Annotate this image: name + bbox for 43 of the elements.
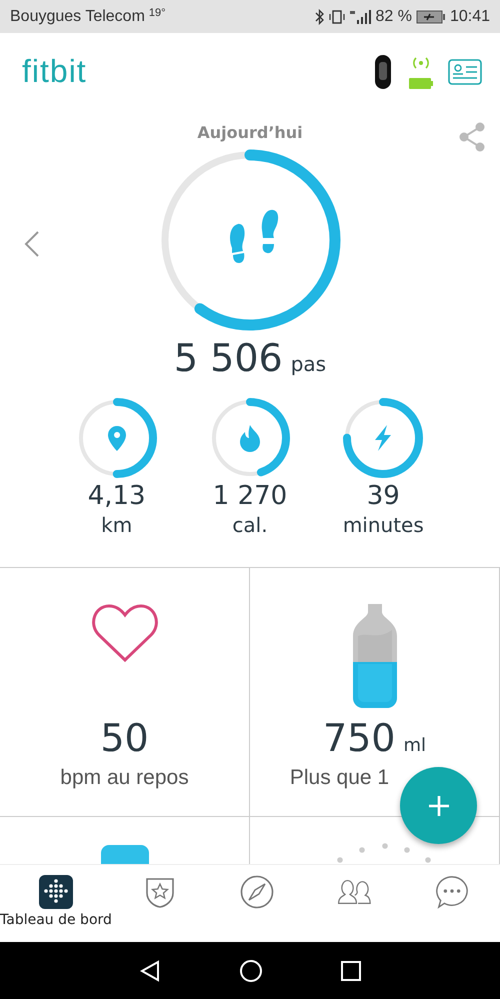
tracker-band-icon: [372, 54, 394, 90]
bluetooth-icon: [315, 8, 326, 24]
steps-count: 5 506: [174, 336, 283, 380]
share-icon[interactable]: [458, 122, 486, 152]
date-title: Aujourd’hui: [197, 123, 303, 142]
steps-unit: pas: [290, 352, 326, 376]
temperature: 19°: [148, 7, 166, 19]
back-icon[interactable]: [139, 960, 161, 982]
app-logo: fitbit: [22, 53, 87, 90]
profile-card-icon[interactable]: [448, 58, 482, 84]
clock-time: 10:41: [450, 8, 490, 26]
stat-unit: km: [101, 512, 132, 538]
stat-unit: cal.: [232, 512, 268, 538]
stat-unit: minutes: [342, 512, 424, 538]
tile-value: 750: [322, 716, 396, 760]
tile-label: Plus que 1: [290, 766, 390, 790]
heart-icon: [90, 602, 158, 664]
stat-tile[interactable]: 50 bpm au repos: [0, 568, 250, 817]
tile-unit: ml: [403, 735, 426, 756]
carrier-name: Bouygues Telecom: [10, 8, 145, 26]
chat-bubble-icon: [434, 874, 469, 910]
plus-icon: [428, 794, 450, 816]
tile-label: bpm au repos: [60, 766, 189, 790]
bolt-icon: [375, 425, 392, 451]
flame-icon: [240, 425, 260, 452]
stat-value: 1 270: [212, 480, 288, 512]
nav-tab[interactable]: Tableau de bord: [0, 865, 112, 942]
water-bottle-icon: [350, 602, 398, 710]
signal-icon: [349, 8, 372, 24]
compass-icon: [240, 875, 274, 909]
add-button[interactable]: [400, 767, 477, 844]
dots-logo-icon: [42, 879, 69, 905]
vibrate-icon: [329, 10, 346, 24]
battery-charging-icon: [416, 10, 446, 24]
home-icon[interactable]: [239, 958, 263, 982]
stat-value: 4,13: [88, 480, 146, 512]
stat-value: 39: [366, 480, 400, 512]
location-icon: [108, 426, 126, 451]
tile-value: 50: [100, 716, 149, 760]
battery-percentage: 82 %: [375, 8, 412, 26]
footprints-icon: [230, 210, 278, 263]
chevron-left-icon[interactable]: [24, 230, 40, 258]
recents-icon[interactable]: [341, 960, 361, 980]
